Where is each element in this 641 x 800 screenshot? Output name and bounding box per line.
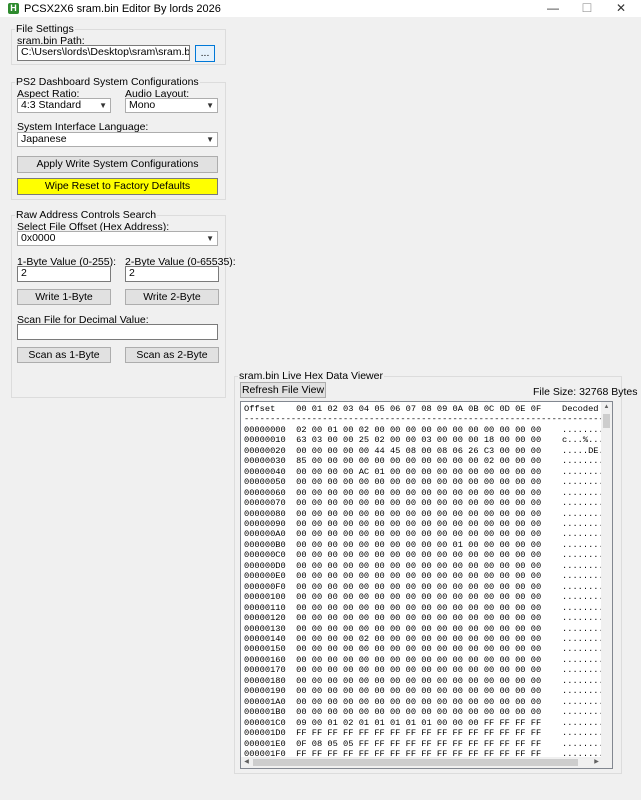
horizontal-scroll-thumb[interactable] — [253, 759, 578, 766]
scroll-thumb[interactable] — [603, 414, 610, 428]
hex-row: 000000A0 00 00 00 00 00 00 00 00 00 00 0… — [244, 529, 613, 540]
hex-row: 00000170 00 00 00 00 00 00 00 00 00 00 0… — [244, 665, 613, 676]
hex-row: 00000060 00 00 00 00 00 00 00 00 00 00 0… — [244, 487, 613, 498]
hex-row: 000000E0 00 00 00 00 00 00 00 00 00 00 0… — [244, 571, 613, 582]
hex-row: 000001D0 FF FF FF FF FF FF FF FF FF FF F… — [244, 728, 613, 739]
refresh-file-view-button[interactable]: Refresh File View — [240, 382, 326, 398]
aspect-ratio-select[interactable]: 4:3 Standard ▼ — [17, 98, 111, 113]
hex-header-row: Offset 00 01 02 03 04 05 06 07 08 09 0A … — [244, 404, 613, 414]
horizontal-scrollbar[interactable]: ◀ ▶ — [241, 757, 602, 768]
write-1-byte-button[interactable]: Write 1-Byte — [17, 289, 111, 305]
language-value: Japanese — [21, 133, 67, 145]
scroll-left-icon[interactable]: ◀ — [241, 757, 252, 768]
hex-row: 000001C0 09 00 01 02 01 01 01 01 01 00 0… — [244, 717, 613, 728]
apply-system-config-button[interactable]: Apply Write System Configurations — [17, 156, 218, 173]
hex-row: 00000010 63 03 00 00 25 02 00 00 03 00 0… — [244, 435, 613, 446]
hex-row: 00000030 85 00 00 00 00 00 00 00 00 00 0… — [244, 456, 613, 467]
file-settings-group-label: File Settings — [15, 23, 75, 35]
app-icon: H — [8, 3, 19, 14]
hex-row: 00000050 00 00 00 00 00 00 00 00 00 00 0… — [244, 477, 613, 488]
hex-row: 00000110 00 00 00 00 00 00 00 00 00 00 0… — [244, 602, 613, 613]
chevron-down-icon: ▼ — [99, 101, 107, 110]
hex-row: 00000190 00 00 00 00 00 00 00 00 00 00 0… — [244, 686, 613, 697]
hex-row: 00000140 00 00 00 00 02 00 00 00 00 00 0… — [244, 633, 613, 644]
hex-row: 000001E0 0F 08 05 05 FF FF FF FF FF FF F… — [244, 738, 613, 749]
offset-value: 0x0000 — [21, 232, 56, 244]
hex-row: 00000160 00 00 00 00 00 00 00 00 00 00 0… — [244, 654, 613, 665]
audio-layout-select[interactable]: Mono ▼ — [125, 98, 218, 113]
vertical-scrollbar[interactable]: ▲ ▼ — [601, 402, 612, 768]
write-2-byte-button[interactable]: Write 2-Byte — [125, 289, 219, 305]
hex-row: 000000B0 00 00 00 00 00 00 00 00 00 00 0… — [244, 539, 613, 550]
hex-row: 00000130 00 00 00 00 00 00 00 00 00 00 0… — [244, 623, 613, 634]
hex-row: 000001B0 00 00 00 00 00 00 00 00 00 00 0… — [244, 707, 613, 718]
scrollbar-corner — [601, 757, 612, 768]
byte1-field[interactable]: 2 — [17, 266, 111, 282]
hex-row: 00000000 02 00 01 00 02 00 00 00 00 00 0… — [244, 424, 613, 435]
offset-select[interactable]: 0x0000 ▼ — [17, 231, 218, 246]
hex-row: 00000090 00 00 00 00 00 00 00 00 00 00 0… — [244, 518, 613, 529]
hex-row: 00000040 00 00 00 00 AC 01 00 00 00 00 0… — [244, 466, 613, 477]
title-bar: H PCSX2X6 sram.bin Editor By lords 2026 … — [0, 0, 641, 17]
scan-1-byte-button[interactable]: Scan as 1-Byte — [17, 347, 111, 363]
hex-row: 000000C0 00 00 00 00 00 00 00 00 00 00 0… — [244, 550, 613, 561]
wipe-reset-button[interactable]: Wipe Reset to Factory Defaults — [17, 178, 218, 195]
hex-row: 000000D0 00 00 00 00 00 00 00 00 00 00 0… — [244, 560, 613, 571]
system-config-group-label: PS2 Dashboard System Configurations — [15, 76, 200, 88]
chevron-down-icon: ▼ — [206, 234, 214, 243]
hex-separator: ----------------------------------------… — [244, 414, 612, 425]
hex-row: 000000F0 00 00 00 00 00 00 00 00 00 00 0… — [244, 581, 613, 592]
aspect-ratio-value: 4:3 Standard — [21, 99, 82, 111]
hex-data-viewer[interactable]: Offset 00 01 02 03 04 05 06 07 08 09 0A … — [240, 401, 613, 769]
hex-row: 00000080 00 00 00 00 00 00 00 00 00 00 0… — [244, 508, 613, 519]
file-size-label: File Size: 32768 Bytes — [533, 386, 638, 398]
raw-controls-group-label: Raw Address Controls Search — [15, 209, 158, 221]
hex-viewer-group-label: sram.bin Live Hex Data Viewer — [238, 370, 384, 382]
hex-row: 00000150 00 00 00 00 00 00 00 00 00 00 0… — [244, 644, 613, 655]
hex-row: 00000020 00 00 00 00 00 44 45 08 00 08 0… — [244, 445, 613, 456]
byte2-field[interactable]: 2 — [125, 266, 219, 282]
scan-2-byte-button[interactable]: Scan as 2-Byte — [125, 347, 219, 363]
maximize-button[interactable]: ☐ — [570, 0, 604, 17]
browse-button[interactable]: ... — [195, 45, 215, 62]
language-select[interactable]: Japanese ▼ — [17, 132, 218, 147]
audio-layout-value: Mono — [129, 99, 156, 111]
chevron-down-icon: ▼ — [206, 135, 214, 144]
hex-row: 00000100 00 00 00 00 00 00 00 00 00 00 0… — [244, 592, 613, 603]
scan-value-field[interactable] — [17, 324, 218, 340]
window-title: PCSX2X6 sram.bin Editor By lords 2026 — [24, 3, 221, 15]
hex-row: 000001A0 00 00 00 00 00 00 00 00 00 00 0… — [244, 696, 613, 707]
hex-lines: Offset 00 01 02 03 04 05 06 07 08 09 0A … — [244, 404, 613, 759]
hex-row: 00000070 00 00 00 00 00 00 00 00 00 00 0… — [244, 498, 613, 509]
minimize-button[interactable]: — — [536, 0, 570, 17]
scroll-up-icon[interactable]: ▲ — [601, 402, 612, 413]
chevron-down-icon: ▼ — [206, 101, 214, 110]
sram-path-field[interactable]: C:\Users\lords\Desktop\sram\sram.bin — [17, 45, 190, 61]
hex-row: 00000120 00 00 00 00 00 00 00 00 00 00 0… — [244, 613, 613, 624]
hex-row: 00000180 00 00 00 00 00 00 00 00 00 00 0… — [244, 675, 613, 686]
close-button[interactable]: ✕ — [604, 0, 638, 17]
